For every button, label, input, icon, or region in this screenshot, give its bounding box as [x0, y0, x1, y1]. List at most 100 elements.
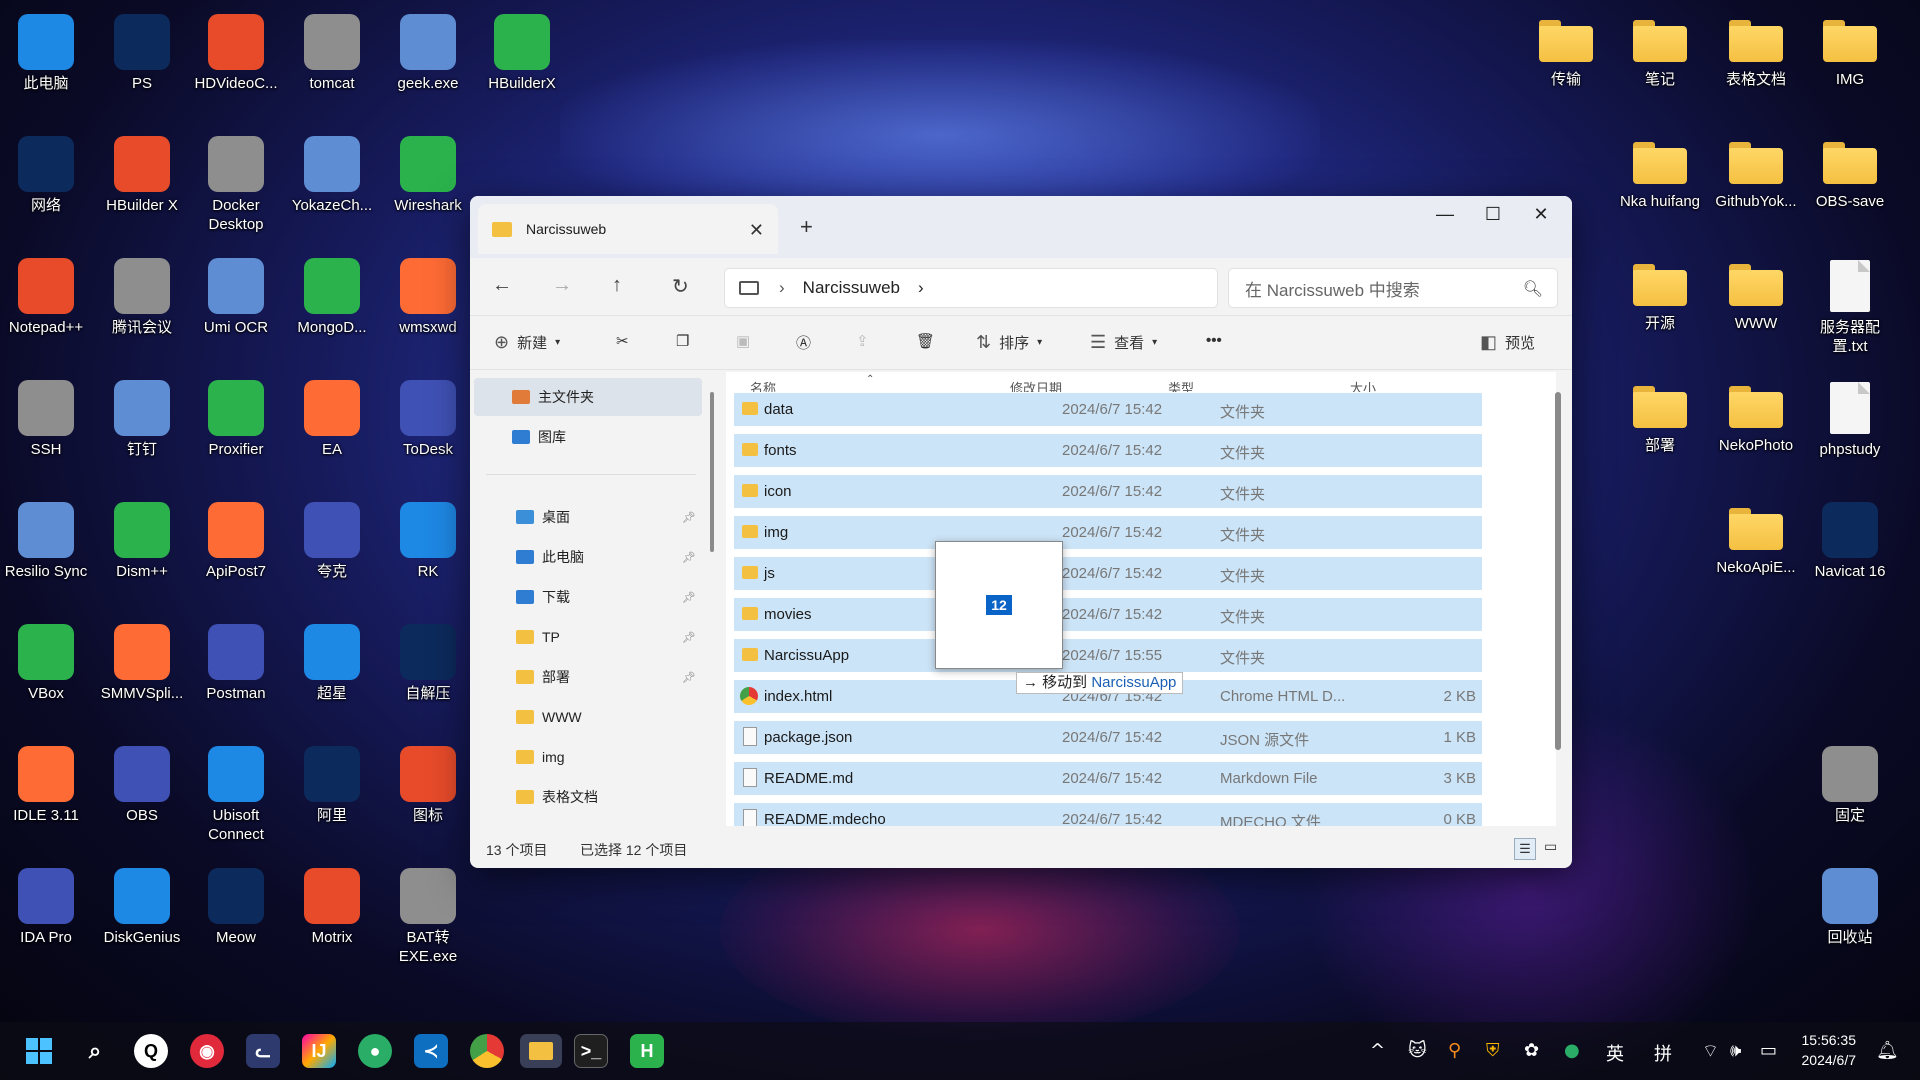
file-row[interactable]: fonts 2024/6/7 15:42 文件夹 — [734, 433, 1482, 467]
search-input[interactable]: 在 Narcissuweb 中搜索 🔍︎ — [1228, 268, 1558, 308]
desktop-icon[interactable]: ApiPost7 — [190, 496, 282, 600]
desktop-icon[interactable]: NekoApiE... — [1710, 496, 1802, 600]
view-button[interactable]: ☰ 查看 ▾ — [1090, 332, 1157, 353]
share-icon[interactable]: ⇪ — [856, 332, 869, 350]
maximize-button[interactable]: ☐ — [1470, 204, 1516, 225]
wifi-icon[interactable]: ⌔ — [1702, 1040, 1719, 1063]
preview-button[interactable]: ◧ 预览 — [1480, 332, 1535, 353]
desktop-icon[interactable]: 自解压 — [382, 618, 474, 722]
file-list-scrollbar[interactable] — [1555, 392, 1561, 750]
desktop-icon[interactable]: NekoPhoto — [1710, 374, 1802, 478]
minimize-button[interactable]: — — [1422, 204, 1468, 225]
file-row[interactable]: movies 2024/6/7 15:42 文件夹 — [734, 597, 1482, 631]
wechat-icon[interactable]: ● — [358, 1034, 392, 1068]
file-row[interactable]: icon 2024/6/7 15:42 文件夹 — [734, 474, 1482, 508]
security-shield-icon[interactable]: ⛨ — [1486, 1040, 1500, 1061]
address-field[interactable]: › Narcissuweb › — [724, 268, 1218, 308]
nav-item[interactable]: WWW — [474, 698, 702, 736]
chrome-icon[interactable] — [470, 1034, 504, 1068]
search-icon[interactable]: ⌕ — [78, 1034, 112, 1068]
close-tab-icon[interactable]: ✕ — [749, 220, 764, 241]
clock[interactable]: 15:56:35 2024/6/7 — [1802, 1030, 1857, 1070]
desktop-icon[interactable]: 图标 — [382, 740, 474, 844]
desktop-icon[interactable]: IMG — [1804, 8, 1896, 112]
file-row[interactable]: data 2024/6/7 15:42 文件夹 — [734, 392, 1482, 426]
tab-narcissuweb[interactable]: Narcissuweb ✕ — [478, 204, 778, 254]
desktop-icon[interactable]: 此电脑 — [0, 8, 92, 112]
desktop-icon[interactable]: HBuilder X — [96, 130, 188, 234]
desktop-icon[interactable]: HBuilderX — [476, 8, 568, 112]
new-button[interactable]: ⊕ 新建 ▾ — [494, 332, 560, 353]
ime-language-indicator[interactable]: 英 — [1606, 1040, 1624, 1066]
desktop-icon[interactable]: MongoD... — [286, 252, 378, 356]
desktop-icon[interactable]: 网络 — [0, 130, 92, 234]
battery-icon[interactable]: ▭ — [1760, 1040, 1777, 1061]
forward-button[interactable]: → — [552, 274, 572, 297]
desktop-icon[interactable]: YokazeCh... — [286, 130, 378, 234]
details-view-icon[interactable]: ☰ — [1514, 838, 1536, 860]
nav-item[interactable]: img — [474, 738, 702, 776]
nav-item[interactable]: 表格文档 — [474, 778, 702, 816]
tiles-view-icon[interactable]: ▭ — [1544, 838, 1557, 855]
meow-icon[interactable]: ᓚ — [246, 1034, 280, 1068]
new-tab-button[interactable]: + — [800, 214, 813, 240]
desktop-icon[interactable]: IDA Pro — [0, 862, 92, 966]
up-button[interactable]: ↑ — [612, 274, 622, 297]
jetbrains-icon[interactable]: IJ — [302, 1034, 336, 1068]
close-window-button[interactable]: ✕ — [1518, 204, 1564, 225]
desktop-icon[interactable]: Motrix — [286, 862, 378, 966]
desktop-icon[interactable]: 腾讯会议 — [96, 252, 188, 356]
desktop-icon[interactable]: PS — [96, 8, 188, 112]
desktop-icon[interactable]: Notepad++ — [0, 252, 92, 356]
desktop-icon[interactable]: wmsxwd — [382, 252, 474, 356]
back-button[interactable]: ← — [492, 274, 512, 297]
desktop-icon[interactable]: Nka huifang — [1614, 130, 1706, 234]
desktop-icon[interactable]: VBox — [0, 618, 92, 722]
wechat-tray-icon[interactable]: ● — [1564, 1040, 1580, 1061]
nav-item[interactable]: 主文件夹 — [474, 378, 702, 416]
desktop-icon[interactable]: tomcat — [286, 8, 378, 112]
desktop-icon[interactable]: Wireshark — [382, 130, 474, 234]
desktop-icon[interactable]: Ubisoft Connect — [190, 740, 282, 844]
desktop-icon[interactable]: BAT转 EXE.exe — [382, 862, 474, 966]
netease-music-icon[interactable]: ◉ — [190, 1034, 224, 1068]
file-row[interactable]: README.mdecho 2024/6/7 15:42 MDECHO 文件 0 KB — [734, 802, 1482, 826]
file-explorer-taskbar-icon[interactable] — [520, 1034, 562, 1068]
tray-app-icon[interactable]: 🐱︎ — [1408, 1040, 1427, 1061]
copy-icon[interactable]: ❐ — [676, 332, 689, 350]
tray-app-icon-2[interactable]: ✿ — [1524, 1040, 1539, 1061]
desktop-icon[interactable]: GithubYok... — [1710, 130, 1802, 234]
desktop-icon[interactable]: ToDesk — [382, 374, 474, 478]
desktop-icon[interactable]: 钉钉 — [96, 374, 188, 478]
more-options-button[interactable]: ••• — [1206, 332, 1222, 349]
file-row[interactable]: js 2024/6/7 15:42 文件夹 — [734, 556, 1482, 590]
nav-item[interactable]: TP 📌︎ — [474, 618, 702, 656]
rename-icon[interactable]: Ⓐ — [796, 332, 811, 353]
desktop-icon[interactable]: Navicat 16 — [1804, 496, 1896, 600]
desktop-icon[interactable]: Meow — [190, 862, 282, 966]
nav-item[interactable]: 桌面 📌︎ — [474, 498, 702, 536]
desktop-icon[interactable]: Postman — [190, 618, 282, 722]
desktop-icon[interactable]: 固定 — [1804, 740, 1896, 844]
desktop-icon[interactable]: EA — [286, 374, 378, 478]
desktop-icon[interactable]: OBS — [96, 740, 188, 844]
vscode-icon[interactable]: ≺ — [414, 1034, 448, 1068]
nav-item[interactable]: 图库 — [474, 418, 702, 456]
desktop-icon[interactable]: 回收站 — [1804, 862, 1896, 966]
file-row[interactable]: NarcissuApp 2024/6/7 15:55 文件夹 — [734, 638, 1482, 672]
file-row[interactable]: img 2024/6/7 15:42 文件夹 — [734, 515, 1482, 549]
desktop-icon[interactable]: 阿里 — [286, 740, 378, 844]
desktop-icon[interactable]: DiskGenius — [96, 862, 188, 966]
tray-search-tool-icon[interactable]: ⚲ — [1448, 1040, 1461, 1061]
breadcrumb-narcissuweb[interactable]: Narcissuweb — [803, 278, 900, 298]
qq-icon[interactable]: Q — [134, 1034, 168, 1068]
desktop-icon[interactable]: Docker Desktop — [190, 130, 282, 234]
paste-icon[interactable]: ▣ — [736, 332, 750, 350]
desktop-icon[interactable]: WWW — [1710, 252, 1802, 356]
delete-icon[interactable]: 🗑︎ — [916, 332, 935, 350]
desktop-icon[interactable]: Proxifier — [190, 374, 282, 478]
desktop-icon[interactable]: OBS-save — [1804, 130, 1896, 234]
desktop-icon[interactable]: 开源 — [1614, 252, 1706, 356]
volume-icon[interactable]: 🕪︎ — [1730, 1040, 1741, 1061]
desktop-icon[interactable]: geek.exe — [382, 8, 474, 112]
